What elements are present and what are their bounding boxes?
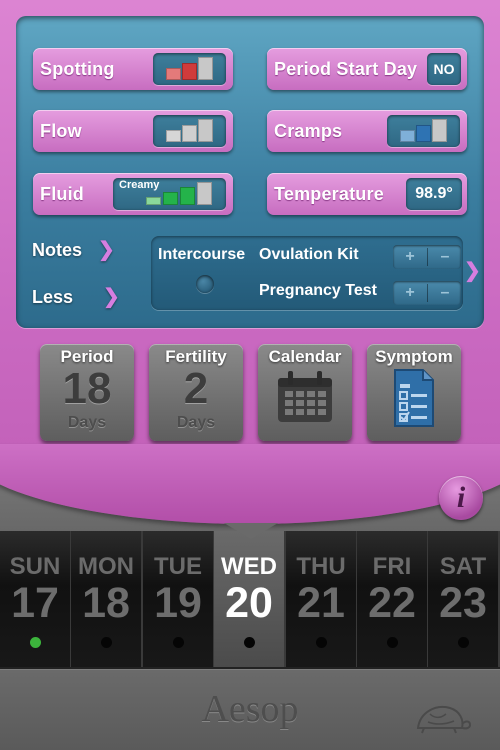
period-days-count: 18 bbox=[62, 364, 112, 413]
day-name: MON bbox=[78, 553, 134, 580]
flow-tile[interactable]: Flow bbox=[33, 110, 233, 152]
info-button[interactable]: i bbox=[439, 476, 483, 520]
temperature-value-box: 98.9° bbox=[406, 178, 462, 210]
pregnancy-test-minus-button[interactable]: – bbox=[428, 281, 462, 305]
temperature-tile[interactable]: Temperature 98.9° bbox=[267, 173, 467, 215]
cramps-bar-1 bbox=[400, 130, 415, 142]
less-label: Less bbox=[32, 287, 74, 307]
day-date: 23 bbox=[439, 579, 487, 627]
day-status-dot bbox=[173, 637, 184, 648]
period-days-button[interactable]: Period 18 Days bbox=[40, 344, 134, 441]
ovulation-kit-plus-button[interactable]: + bbox=[393, 245, 427, 269]
cramps-tile[interactable]: Cramps bbox=[267, 110, 467, 152]
cramps-bar-2 bbox=[416, 125, 431, 142]
cramps-label: Cramps bbox=[274, 121, 343, 141]
app-screen: Spotting Period Start Day NO Flow Cramps bbox=[0, 0, 500, 750]
day-date: 22 bbox=[368, 579, 416, 627]
day-name: THU bbox=[296, 553, 346, 580]
day-name: SAT bbox=[439, 553, 487, 580]
calendar-button-title: Calendar bbox=[268, 347, 342, 366]
period-start-day-tile[interactable]: Period Start Day NO bbox=[267, 48, 467, 90]
flow-label: Flow bbox=[40, 121, 82, 141]
day-status-dot bbox=[316, 637, 327, 648]
notes-chevron-icon: ❯ bbox=[98, 239, 115, 261]
temperature-label: Temperature bbox=[274, 184, 384, 204]
cramps-bar-3 bbox=[432, 119, 447, 142]
spotting-bar-2 bbox=[182, 63, 197, 80]
day-sat[interactable]: SAT 23 bbox=[428, 531, 500, 667]
spotting-tile[interactable]: Spotting bbox=[33, 48, 233, 90]
symptom-document-icon bbox=[367, 368, 461, 435]
spotting-bar-1 bbox=[166, 68, 181, 80]
fluid-bar-2 bbox=[163, 192, 178, 205]
intercourse-radio[interactable] bbox=[196, 275, 214, 293]
turtle-icon bbox=[416, 706, 472, 734]
flow-bar-3 bbox=[198, 119, 213, 142]
day-name: SUN bbox=[9, 553, 61, 580]
day-name: FRI bbox=[372, 553, 412, 580]
flow-bar-1 bbox=[166, 130, 181, 142]
day-date: 18 bbox=[82, 579, 130, 627]
temperature-value: 98.9° bbox=[415, 185, 453, 202]
day-mon[interactable]: MON 18 bbox=[71, 531, 143, 667]
day-name: WED bbox=[221, 553, 277, 580]
pregnancy-test-label: Pregnancy Test bbox=[259, 282, 377, 299]
day-thu[interactable]: THU 21 bbox=[286, 531, 358, 667]
ovulation-kit-minus-button[interactable]: – bbox=[428, 245, 462, 269]
day-date: 19 bbox=[154, 579, 202, 627]
period-start-day-toggle[interactable]: NO bbox=[427, 53, 461, 85]
day-name: TUE bbox=[154, 553, 202, 580]
fertility-days-count: 2 bbox=[183, 364, 209, 413]
calendar-button[interactable]: Calendar bbox=[258, 344, 352, 441]
flow-bar-2 bbox=[182, 125, 197, 142]
info-icon: i bbox=[456, 481, 466, 514]
period-days-unit: Days bbox=[67, 414, 107, 431]
notes-label: Notes bbox=[32, 240, 83, 260]
day-status-dot bbox=[30, 637, 41, 648]
fluid-value: Creamy bbox=[119, 179, 160, 191]
fluid-bar-4 bbox=[197, 182, 212, 205]
day-wed[interactable]: WED 20 bbox=[214, 531, 286, 667]
spotting-level-meter bbox=[153, 53, 226, 85]
less-chevron-icon: ❯ bbox=[103, 286, 120, 308]
day-date: 17 bbox=[11, 579, 59, 627]
fluid-level-meter: Creamy bbox=[113, 178, 226, 210]
calendar-icon bbox=[258, 368, 352, 431]
spotting-bar-3 bbox=[198, 57, 213, 80]
fluid-bar-3 bbox=[180, 187, 195, 205]
fluid-bar-1 bbox=[146, 197, 161, 205]
period-start-day-value: NO bbox=[433, 61, 455, 77]
flow-level-meter bbox=[153, 115, 226, 147]
day-status-dot bbox=[387, 637, 398, 648]
ovulation-kit-label: Ovulation Kit bbox=[259, 246, 359, 263]
cramps-level-meter bbox=[387, 115, 460, 147]
notes-link[interactable]: Notes ❯ bbox=[32, 237, 115, 262]
fluid-label: Fluid bbox=[40, 184, 84, 204]
day-status-dot bbox=[101, 637, 112, 648]
selected-day-pointer-icon bbox=[224, 523, 278, 539]
subpanel-next-chevron-icon[interactable]: ❯ bbox=[464, 258, 481, 283]
fertility-days-unit: Days bbox=[176, 414, 216, 431]
day-date: 21 bbox=[297, 579, 345, 627]
pregnancy-test-plus-button[interactable]: + bbox=[393, 281, 427, 305]
ovulation-kit-stepper: + – bbox=[393, 245, 461, 269]
pregnancy-test-stepper: + – bbox=[393, 281, 461, 305]
day-date: 20 bbox=[225, 579, 273, 627]
intercourse-label: Intercourse bbox=[158, 246, 246, 263]
spotting-label: Spotting bbox=[40, 59, 115, 79]
fluid-tile[interactable]: Fluid Creamy bbox=[33, 173, 233, 215]
period-start-day-label: Period Start Day bbox=[274, 59, 418, 79]
less-link[interactable]: Less ❯ bbox=[32, 284, 120, 309]
fertility-days-button[interactable]: Fertility 2 Days bbox=[149, 344, 243, 441]
symptom-button-title: Symptom bbox=[375, 347, 453, 366]
day-status-dot bbox=[458, 637, 469, 648]
day-status-dot bbox=[244, 637, 255, 648]
day-sun[interactable]: SUN 17 bbox=[0, 531, 72, 667]
day-tue[interactable]: TUE 19 bbox=[143, 531, 215, 667]
symptom-button[interactable]: Symptom bbox=[367, 344, 461, 441]
day-fri[interactable]: FRI 22 bbox=[357, 531, 429, 667]
